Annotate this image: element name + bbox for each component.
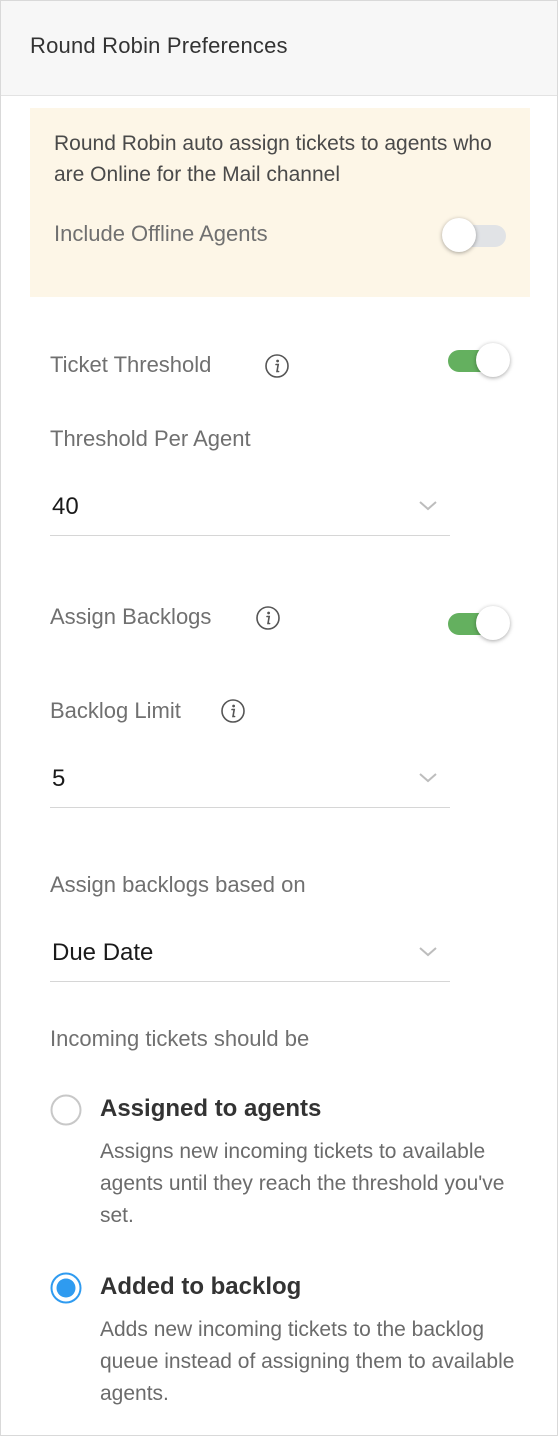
- select-value: 5: [52, 765, 66, 792]
- threshold-per-agent-select[interactable]: 40: [50, 483, 450, 536]
- include-offline-label: Include Offline Agents: [54, 221, 268, 246]
- chevron-down-icon: [418, 771, 438, 785]
- assign-backlogs-toggle[interactable]: [448, 606, 510, 640]
- incoming-tickets-label: Incoming tickets should be: [50, 1026, 310, 1051]
- option-title: Assigned to agents: [100, 1095, 322, 1122]
- backlog-limit-select[interactable]: 5: [50, 755, 450, 808]
- assign-backlogs-label: Assign Backlogs: [50, 604, 212, 629]
- option-description: Assigns new incoming tickets to availabl…: [100, 1140, 505, 1227]
- panel-header: Round Robin Preferences: [1, 1, 557, 96]
- assign-based-on-label: Assign backlogs based on: [50, 872, 306, 897]
- radio-assigned-to-agents[interactable]: [50, 1094, 82, 1126]
- select-value: 40: [52, 493, 79, 520]
- chevron-down-icon: [418, 945, 438, 959]
- ticket-threshold-toggle[interactable]: [448, 343, 510, 377]
- info-icon[interactable]: [221, 699, 245, 723]
- backlog-limit-label: Backlog Limit: [50, 698, 181, 723]
- panel-title: Round Robin Preferences: [30, 33, 288, 58]
- toggle-knob: [442, 218, 476, 252]
- include-offline-toggle[interactable]: [442, 218, 508, 252]
- threshold-per-agent-label: Threshold Per Agent: [50, 426, 251, 451]
- toggle-knob: [476, 606, 510, 640]
- option-title: Added to backlog: [100, 1273, 302, 1300]
- info-icon[interactable]: [265, 354, 289, 378]
- assign-based-on-select[interactable]: Due Date: [50, 929, 450, 982]
- online-notice: Round Robin auto assign tickets to agent…: [30, 108, 530, 297]
- option-description: Adds new incoming tickets to the backlog…: [100, 1318, 515, 1405]
- chevron-down-icon: [418, 499, 438, 513]
- notice-text: Round Robin auto assign tickets to agent…: [54, 132, 492, 186]
- round-robin-panel: Round Robin Preferences Round Robin auto…: [0, 0, 558, 1436]
- toggle-knob: [476, 343, 510, 377]
- info-icon[interactable]: [256, 606, 280, 630]
- ticket-threshold-label: Ticket Threshold: [50, 352, 212, 377]
- select-value: Due Date: [52, 939, 154, 966]
- radio-added-to-backlog[interactable]: [50, 1272, 82, 1304]
